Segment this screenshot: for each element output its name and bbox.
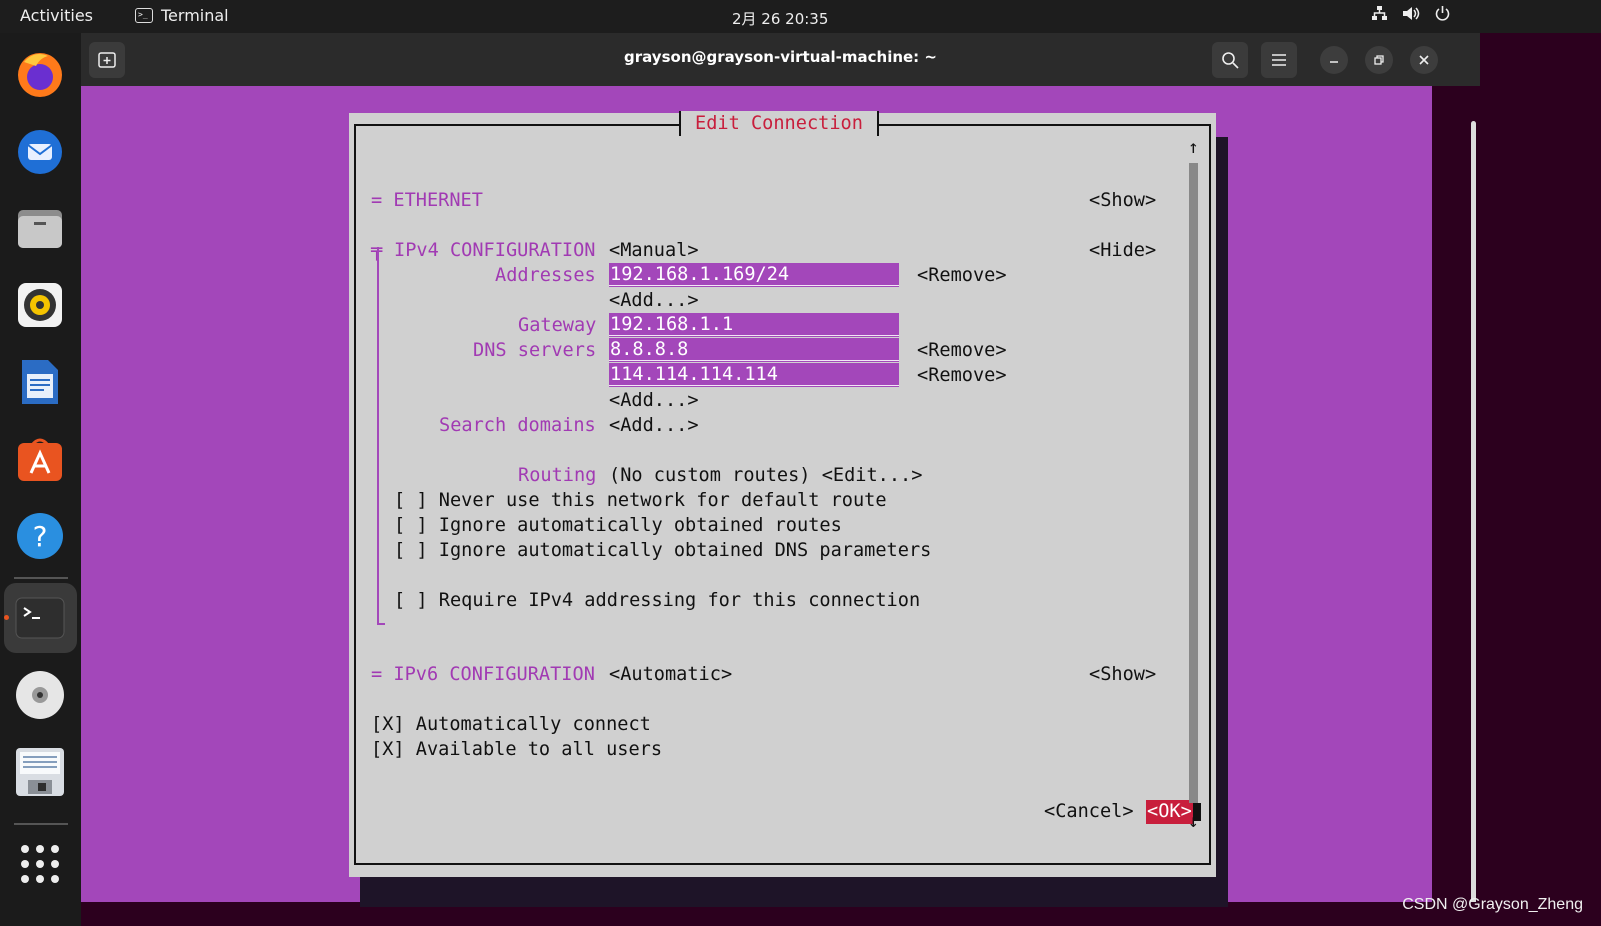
close-button[interactable] [1410,46,1438,74]
checkbox-require-ipv4[interactable]: [ ] Require IPv4 addressing for this con… [394,590,920,612]
dns-field-2[interactable]: 114.114.114.114 [609,363,899,387]
activities-button[interactable]: Activities [20,6,93,25]
address-field[interactable]: 192.168.1.169/24 [609,263,899,287]
terminal-scrollbar[interactable] [1471,121,1476,921]
window-titlebar[interactable]: grayson@grayson-virtual-machine: ~ [81,33,1480,86]
checkbox-auto-connect[interactable]: [X] Automatically connect [371,714,651,736]
top-bar: Activities >_ Terminal 2月 26 20:35 [0,0,1601,33]
libreoffice-writer-icon[interactable] [13,355,67,409]
app-menu[interactable]: >_ Terminal [135,6,229,25]
files-icon[interactable] [13,201,67,255]
show-apps-icon[interactable] [13,837,67,891]
dns-remove-button-2[interactable]: <Remove> [917,365,1007,387]
dns-value-1: 8.8.8.8 [610,339,689,360]
ipv6-show-button[interactable]: <Show> [1089,664,1156,686]
volume-icon[interactable] [1402,5,1420,26]
cancel-button[interactable]: <Cancel> [1044,801,1134,823]
firefox-icon[interactable] [13,47,67,101]
restore-button[interactable] [1365,46,1393,74]
power-icon[interactable] [1434,5,1451,26]
dns-add-button[interactable]: <Add...> [609,390,699,412]
svg-text:?: ? [33,520,48,553]
address-remove-button[interactable]: <Remove> [917,265,1007,287]
addresses-label: Addresses [495,265,596,286]
scroll-down-arrow[interactable]: ↓ [1188,811,1199,833]
checkbox-ignore-routes[interactable]: [ ] Ignore automatically obtained routes [394,515,842,537]
app-center-icon[interactable] [13,432,67,486]
checkbox-all-users[interactable]: [X] Available to all users [371,739,662,761]
address-value: 192.168.1.169/24 [610,264,790,285]
ethernet-section-label: = ETHERNET [371,190,483,211]
thunderbird-icon[interactable] [13,124,67,178]
gateway-value: 192.168.1.1 [610,314,734,335]
ipv4-mode-button[interactable]: <Manual> [609,240,699,262]
gateway-label: Gateway [518,315,597,336]
routing-edit-button[interactable]: (No custom routes) <Edit...> [609,465,922,487]
help-icon[interactable]: ? [13,509,67,563]
routing-label: Routing [518,465,597,486]
ipv4-section-label: IPv4 CONFIGURATION [394,240,596,261]
terminal-small-icon: >_ [135,8,153,23]
scroll-up-arrow[interactable]: ↑ [1188,137,1199,159]
ipv6-section-label: = IPv6 CONFIGURATION [371,664,595,685]
dialog-scrollbar[interactable] [1189,163,1198,803]
dock-separator [14,577,68,579]
dns-field-1[interactable]: 8.8.8.8 [609,338,899,362]
search-domains-label: Search domains [439,415,596,436]
dns-value-2: 114.114.114.114 [610,364,778,385]
edit-connection-dialog: Edit Connection = ETHERNET <Show> ╤ IPv4… [349,111,1216,877]
search-domains-add-button[interactable]: <Add...> [609,415,699,437]
dns-servers-label: DNS servers [473,340,597,361]
dock-separator-bottom [14,823,68,825]
address-add-button[interactable]: <Add...> [609,290,699,312]
ipv4-section-bar [377,247,379,625]
checkbox-never-default-route[interactable]: [ ] Never use this network for default r… [394,490,887,512]
terminal-icon[interactable] [13,591,67,645]
network-icon[interactable] [1371,5,1388,26]
gateway-field[interactable]: 192.168.1.1 [609,313,899,337]
search-button[interactable] [1212,42,1248,78]
ipv4-section-bar-foot [377,623,385,625]
rhythmbox-icon[interactable] [13,278,67,332]
running-indicator [4,615,9,620]
ipv4-hide-button[interactable]: <Hide> [1089,240,1156,262]
disc-icon[interactable] [13,668,67,722]
dialog-title: Edit Connection [679,111,879,136]
ipv6-mode-button[interactable]: <Automatic> [609,664,732,686]
floppy-icon[interactable] [13,745,67,799]
app-menu-label: Terminal [161,6,229,25]
watermark: CSDN @Grayson_Zheng [1402,896,1583,913]
system-tray[interactable] [1371,5,1451,26]
ethernet-show-button[interactable]: <Show> [1089,190,1156,212]
checkbox-ignore-dns[interactable]: [ ] Ignore automatically obtained DNS pa… [394,540,931,562]
dns-remove-button-1[interactable]: <Remove> [917,340,1007,362]
menu-button[interactable] [1261,42,1297,78]
dock: ? [0,33,81,926]
clock[interactable]: 2月 26 20:35 [732,8,828,29]
ok-button[interactable]: <OK> [1146,800,1193,824]
minimize-button[interactable] [1320,46,1348,74]
